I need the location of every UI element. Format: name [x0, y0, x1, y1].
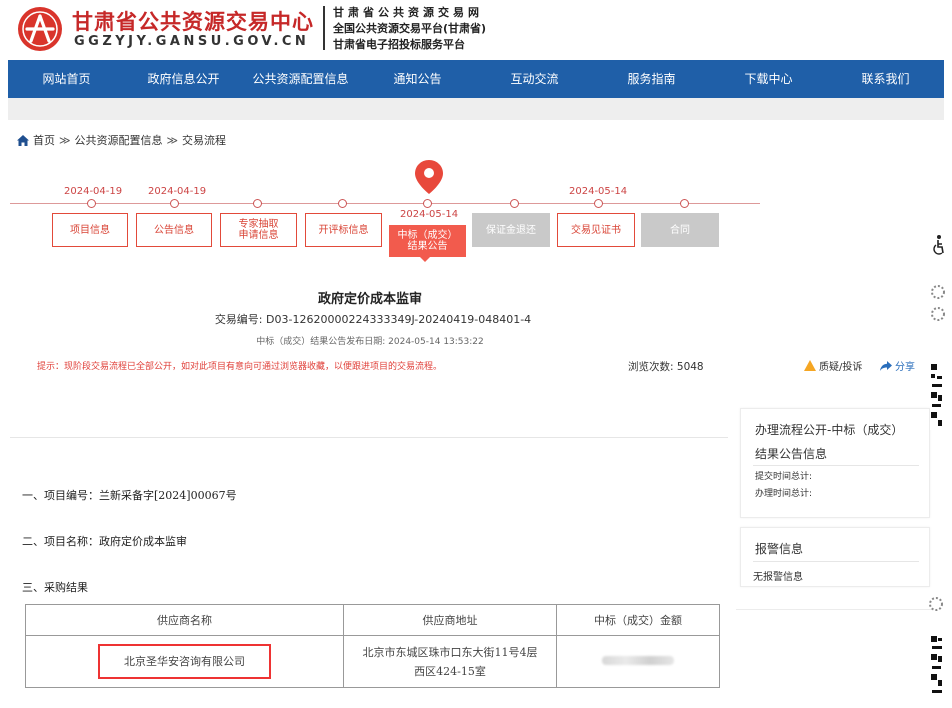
publish-date: 中标（成交）结果公告发布日期: 2024-05-14 13:53:22 — [0, 334, 740, 347]
site-logo-icon[interactable] — [18, 7, 62, 51]
submit-time-label: 提交时间总计: — [755, 472, 813, 482]
timeline-dot — [253, 199, 262, 208]
nav-service-guide[interactable]: 服务指南 — [593, 60, 710, 98]
site-header: 甘肃省公共资源交易中心 GGZYJY.GANSU.GOV.CN 甘肃省公共资源交… — [0, 0, 952, 60]
share-label: 分享 — [895, 362, 915, 373]
address-line: 北京市东城区珠市口东大街11号4层 — [362, 645, 538, 659]
step-bid-opening[interactable]: 开评标信息 — [305, 213, 382, 247]
transaction-number-label: 交易编号: — [214, 313, 263, 326]
nav-downloads[interactable]: 下载中心 — [710, 60, 827, 98]
panel-divider — [753, 561, 919, 562]
gray-band — [8, 98, 944, 120]
transaction-number-value: D03-12620000224333349J-20240419-048401-4 — [266, 313, 532, 326]
publish-date-label: 中标（成交）结果公告发布日期: — [256, 337, 386, 347]
result-table: 供应商名称 供应商地址 中标（成交）金额 北京圣华安咨询有限公司 北京市东城区珠… — [25, 604, 720, 688]
accessibility-icon[interactable] — [932, 234, 946, 256]
complain-label: 质疑/投诉 — [819, 362, 863, 373]
amount-cell — [556, 635, 720, 688]
nav-resource-info[interactable]: 公共资源配置信息 — [242, 60, 359, 98]
header-subtitles: 甘肃省公共资源交易网 全国公共资源交易平台(甘肃省) 甘肃省电子招投标服务平台 — [333, 5, 486, 53]
view-count-value: 5048 — [676, 361, 704, 373]
process-panel-title: 办理流程公开-中标（成交） — [755, 423, 904, 437]
project-number-line: 一、项目编号：兰新采备字[2024]00067号 — [22, 489, 237, 502]
nav-contact[interactable]: 联系我们 — [827, 60, 944, 98]
tip-text: 提示：现阶段交易流程已全部公开，如对此项目有意向可通过浏览器收藏，以便跟进项目的… — [37, 362, 443, 372]
nav-home[interactable]: 网站首页 — [8, 60, 125, 98]
timeline-date: 2024-04-19 — [148, 186, 207, 197]
subtitle-line: 甘肃省公共资源交易网 — [333, 6, 483, 19]
table-header-row: 供应商名称 供应商地址 中标（成交）金额 — [25, 604, 720, 636]
address-line: 西区424-15室 — [414, 664, 486, 678]
timeline-date: 2024-04-19 — [64, 186, 123, 197]
qr-code-icon[interactable] — [930, 362, 944, 430]
breadcrumb-home[interactable]: 首页 — [33, 132, 55, 148]
home-icon — [17, 134, 29, 146]
breadcrumb-separator: ≫ — [59, 133, 71, 147]
share-icon — [880, 360, 892, 371]
handle-time-label: 办理时间总计: — [755, 489, 813, 499]
panel-shadow-edge — [736, 598, 932, 610]
result-heading: 三、采购结果 — [22, 581, 88, 594]
breadcrumb-process[interactable]: 交易流程 — [182, 132, 226, 148]
site-title[interactable]: 甘肃省公共资源交易中心 — [72, 6, 314, 36]
breadcrumb-resource-info[interactable]: 公共资源配置信息 — [75, 132, 163, 148]
view-count-label: 浏览次数: — [628, 361, 674, 373]
qr-code-icon[interactable] — [930, 634, 944, 702]
subtitle-line: 全国公共资源交易平台(甘肃省) — [333, 22, 487, 35]
address-cell: 北京市东城区珠市口东大街11号4层 西区424-15室 — [343, 635, 557, 688]
nav-interaction[interactable]: 互动交流 — [476, 60, 593, 98]
publish-date-value: 2024-05-14 13:53:22 — [388, 337, 484, 347]
step-contract[interactable]: 合同 — [641, 213, 719, 247]
warning-icon — [804, 360, 816, 371]
process-info-panel: 办理流程公开-中标（成交） 结果公告信息 提交时间总计: 办理时间总计: — [740, 408, 930, 518]
main-nav: 网站首页 政府信息公开 公共资源配置信息 通知公告 互动交流 服务指南 下载中心… — [8, 60, 944, 98]
timeline-dot — [594, 199, 603, 208]
step-award-result[interactable]: 中标（成交） 结果公告 — [389, 225, 466, 257]
table-header: 供应商地址 — [343, 604, 557, 636]
step-announcement[interactable]: 公告信息 — [136, 213, 212, 247]
site-domain: GGZYJY.GANSU.GOV.CN — [74, 34, 310, 49]
table-header: 供应商名称 — [25, 604, 344, 636]
header-divider — [323, 6, 325, 50]
timeline-line — [10, 203, 760, 204]
project-name-line: 二、项目名称：政府定价成本监审 — [22, 535, 187, 548]
emblem-icon — [929, 597, 943, 611]
complain-link[interactable]: 质疑/投诉 — [804, 358, 862, 373]
breadcrumb-separator: ≫ — [166, 133, 179, 147]
timeline-date: 2024-05-14 — [569, 186, 628, 197]
step-certificate[interactable]: 交易见证书 — [557, 213, 635, 247]
timeline-dot — [338, 199, 347, 208]
timeline-dot — [170, 199, 179, 208]
nav-gov-info[interactable]: 政府信息公开 — [125, 60, 242, 98]
alarm-title: 报警信息 — [755, 542, 804, 556]
table-row: 北京圣华安咨询有限公司 北京市东城区珠市口东大街11号4层 西区424-15室 — [25, 635, 720, 688]
step-project-info[interactable]: 项目信息 — [52, 213, 128, 247]
step-expert-request[interactable]: 专家抽取 申请信息 — [220, 213, 297, 247]
process-panel-subtitle: 结果公告信息 — [755, 447, 828, 461]
transaction-number: 交易编号: D03-12620000224333349J-20240419-04… — [0, 311, 746, 327]
emblem-icon — [931, 285, 945, 321]
timeline-dot — [680, 199, 689, 208]
content-divider — [10, 437, 728, 438]
location-pin-icon — [415, 160, 443, 194]
alarm-panel: 报警信息 无报警信息 — [740, 527, 930, 587]
table-header: 中标（成交）金额 — [556, 604, 720, 636]
supplier-name: 北京圣华安咨询有限公司 — [98, 644, 271, 679]
active-step-arrow — [419, 256, 431, 262]
step-deposit-refund[interactable]: 保证金退还 — [472, 213, 550, 247]
project-title: 政府定价成本监审 — [317, 292, 422, 307]
breadcrumb: 首页 ≫ 公共资源配置信息 ≫ 交易流程 — [17, 132, 226, 148]
view-count: 浏览次数: 5048 — [628, 359, 704, 374]
share-link[interactable]: 分享 — [880, 358, 915, 373]
supplier-cell: 北京圣华安咨询有限公司 — [25, 635, 344, 688]
subtitle-line: 甘肃省电子招投标服务平台 — [333, 38, 465, 51]
timeline-dot — [510, 199, 519, 208]
blurred-amount — [602, 656, 674, 665]
timeline-dot — [423, 199, 432, 208]
timeline-date: 2024-05-14 — [400, 209, 459, 220]
panel-divider — [753, 465, 919, 466]
timeline-dot — [87, 199, 96, 208]
alarm-value: 无报警信息 — [753, 572, 803, 583]
nav-notices[interactable]: 通知公告 — [359, 60, 476, 98]
